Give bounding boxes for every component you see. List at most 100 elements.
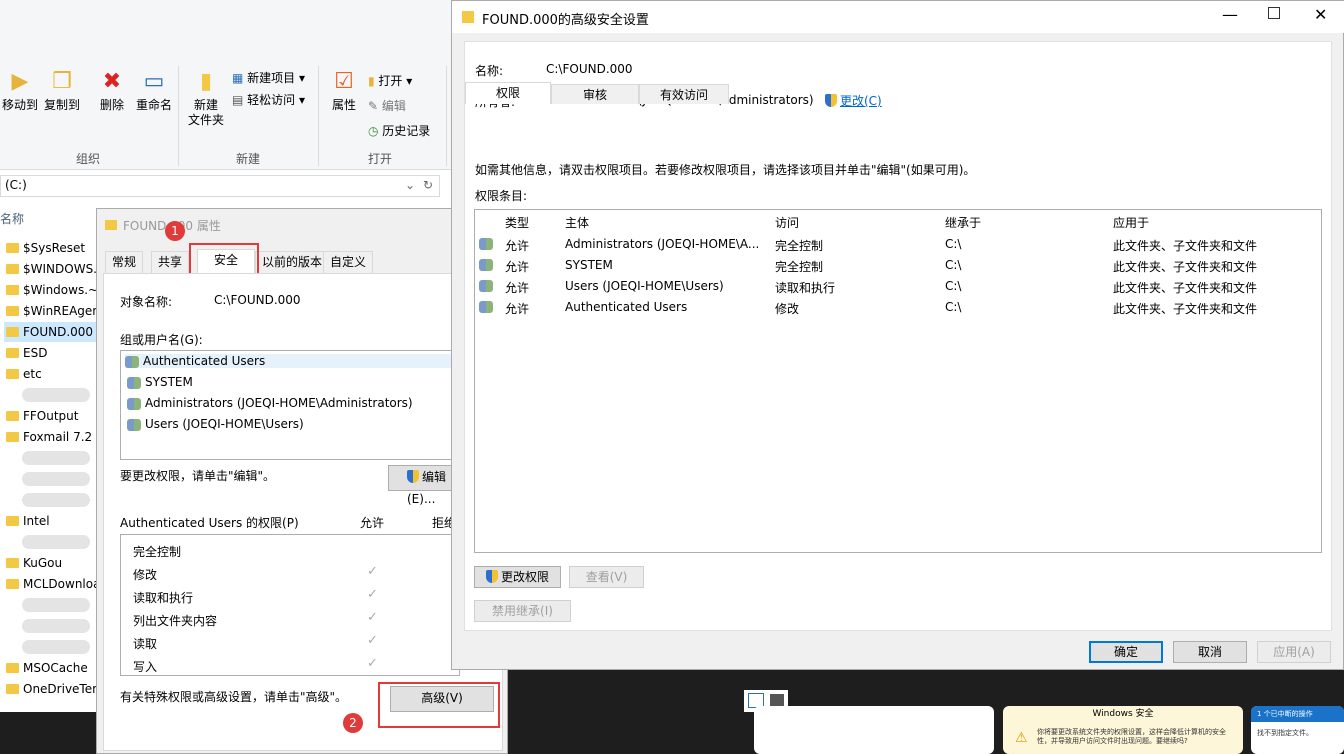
cell-inherited: C:\ (945, 279, 962, 293)
highlight-box (378, 682, 500, 728)
disable-inheritance-button[interactable]: 禁用继承(I) (474, 600, 571, 622)
user-item[interactable]: SYSTEM (127, 375, 193, 389)
properties-title: FOUND.000 属性 (105, 217, 221, 234)
user-item[interactable]: Authenticated Users (125, 354, 455, 368)
tab-previous-versions[interactable]: 以前的版本 (255, 251, 330, 273)
cell-access: 完全控制 (775, 260, 824, 274)
column-header[interactable]: 继承于 (945, 214, 981, 231)
minimize-icon[interactable]: — (1222, 5, 1238, 24)
redacted-file-item (22, 493, 90, 507)
security-tab-panel: 对象名称: C:\FOUND.000 组或用户名(G): Authenticat… (103, 273, 503, 751)
table-row[interactable]: 允许 SYSTEM 完全控制 C:\ 此文件夹、子文件夹和文件 (475, 255, 1321, 276)
edit-icon: ✎ (368, 99, 382, 113)
file-item[interactable]: FOUND.000 (4, 322, 96, 342)
file-item[interactable]: $SysReset (4, 238, 96, 258)
file-item[interactable]: $WinREAgent (4, 301, 96, 321)
column-header-name[interactable]: 名称 (0, 210, 24, 227)
file-item[interactable]: KuGou (4, 553, 96, 573)
user-list[interactable]: Authenticated Users SYSTEM Administrator… (120, 350, 460, 460)
title-bar: FOUND.000的高级安全设置 — ✕ (452, 1, 1344, 33)
table-row[interactable]: 允许 Users (JOEQI-HOME\Users) 读取和执行 C:\ 此文件夹、子… (475, 276, 1321, 297)
permission-entries-table[interactable]: 类型 主体 访问 继承于 应用于 允许 Administrators (JOEQI… (474, 209, 1322, 553)
group-new-label: 新建 (236, 152, 261, 166)
file-item[interactable]: OneDriveTemp (4, 679, 96, 699)
ribbon: ▶ 移动到 ❒ 复制到 ✖ 删除 ▭ 重命名 ▮ 新建 文件夹 ▦ 新建项目 ▾… (0, 0, 452, 170)
cell-type: 允许 (505, 260, 530, 274)
shield-icon (407, 470, 419, 483)
file-item[interactable]: etc (4, 364, 96, 384)
file-item[interactable]: $WINDOWS.~BT (4, 259, 96, 279)
open-button[interactable]: ▮ 打开 ▾ (368, 72, 412, 89)
tab-customize[interactable]: 自定义 (323, 251, 374, 273)
cell-type: 允许 (505, 239, 530, 253)
column-header[interactable]: 应用于 (1113, 214, 1149, 231)
edit-ribbon-button[interactable]: ✎ 编辑 (368, 97, 406, 114)
perm-item: 完全控制 (133, 545, 182, 559)
delete-button[interactable]: ✖ 删除 (96, 68, 128, 113)
cell-inherited: C:\ (945, 237, 962, 251)
column-header[interactable]: 访问 (775, 214, 799, 231)
open-icon: ▮ (368, 74, 379, 88)
security-thumb-text: 你将要更改系统文件夹的权限设置，这样会降低计算机的安全性，并导致用户访问文件时出… (1037, 728, 1226, 745)
group-users-label: 组或用户名(G): (120, 333, 203, 347)
table-row[interactable]: 允许 Administrators (JOEQI-HOME\A... 完全控制 C:\… (475, 234, 1321, 255)
large-icons-view-icon[interactable] (770, 694, 784, 706)
group-organize-label: 组织 (76, 152, 101, 166)
view-button[interactable]: 查看(V) (569, 566, 644, 588)
ok-button[interactable]: 确定 (1089, 641, 1163, 663)
redacted-file-item (22, 619, 90, 633)
chevron-down-icon[interactable]: ⌄ (405, 178, 415, 192)
history-button[interactable]: ◷ 历史记录 (368, 122, 430, 139)
cell-inherited: C:\ (945, 258, 962, 272)
step-badge: 1 (165, 221, 185, 241)
perm-item: 写入 (133, 660, 158, 674)
file-item[interactable]: MSOCache (4, 658, 96, 678)
new-item-button[interactable]: ▦ 新建项目 ▾ (232, 69, 305, 86)
file-item[interactable]: ESD (4, 343, 96, 363)
move-to-icon: ▶ (11, 69, 29, 94)
change-permissions-button[interactable]: 更改权限 (474, 566, 561, 588)
rename-button[interactable]: ▭ 重命名 (134, 68, 174, 113)
apply-button[interactable]: 应用(A) (1257, 641, 1331, 663)
column-header[interactable]: 主体 (565, 214, 589, 231)
file-item[interactable]: Intel (4, 511, 96, 531)
file-item[interactable]: MCLDownload (4, 574, 96, 594)
tab-effective-access[interactable]: 有效访问 (639, 84, 729, 104)
notify-thumbnail[interactable]: 1 个已中断的操作 找不到指定文件。 (1251, 706, 1344, 754)
file-item[interactable]: Foxmail 7.2 (4, 427, 96, 447)
refresh-icon[interactable]: ↻ (423, 178, 433, 192)
file-item[interactable]: $Windows.~WS (4, 280, 96, 300)
file-item[interactable]: FFOutput (4, 406, 96, 426)
cell-applies: 此文件夹、子文件夹和文件 (1113, 260, 1258, 274)
history-icon: ◷ (368, 124, 383, 138)
change-owner-link[interactable]: 更改(C) (825, 92, 882, 109)
thumbnail[interactable] (754, 706, 994, 754)
copy-to-button[interactable]: ❒ 复制到 (42, 68, 82, 113)
redacted-file-item (22, 640, 90, 654)
advanced-panel: 名称: C:\FOUND.000 所有者: Administrators (JO… (464, 41, 1332, 631)
check-icon: ✓ (367, 610, 378, 625)
user-item[interactable]: Administrators (JOEQI-HOME\Administrator… (127, 396, 413, 410)
entries-label: 权限条目: (475, 189, 528, 203)
tab-permissions[interactable]: 权限 (465, 82, 551, 104)
maximize-icon[interactable] (1268, 7, 1280, 19)
security-thumbnail[interactable]: Windows 安全 ⚠ 你将要更改系统文件夹的权限设置，这样会降低计算机的安全… (1003, 706, 1243, 754)
warning-icon: ⚠ (1015, 730, 1028, 746)
redacted-file-item (22, 388, 90, 402)
cell-applies: 此文件夹、子文件夹和文件 (1113, 302, 1258, 316)
cancel-button[interactable]: 取消 (1173, 641, 1247, 663)
column-header[interactable]: 类型 (505, 214, 529, 231)
cell-applies: 此文件夹、子文件夹和文件 (1113, 239, 1258, 253)
cell-principal: Users (JOEQI-HOME\Users) (565, 279, 724, 293)
user-item[interactable]: Users (JOEQI-HOME\Users) (127, 417, 304, 431)
properties-button[interactable]: ☑ 属性 (326, 68, 362, 113)
close-icon[interactable]: ✕ (1314, 5, 1327, 24)
tab-sharing[interactable]: 共享 (151, 251, 190, 273)
table-row[interactable]: 允许 Authenticated Users 修改 C:\ 此文件夹、子文件夹和文件 (475, 297, 1321, 318)
easy-access-button[interactable]: ▤ 轻松访问 ▾ (232, 91, 305, 108)
tab-general[interactable]: 常规 (105, 251, 144, 273)
tab-auditing[interactable]: 审核 (551, 84, 639, 104)
address-bar[interactable]: (C:) ⌄ ↻ (0, 175, 440, 197)
new-folder-button[interactable]: ▮ 新建 文件夹 (186, 68, 226, 128)
move-to-button[interactable]: ▶ 移动到 (0, 68, 40, 113)
